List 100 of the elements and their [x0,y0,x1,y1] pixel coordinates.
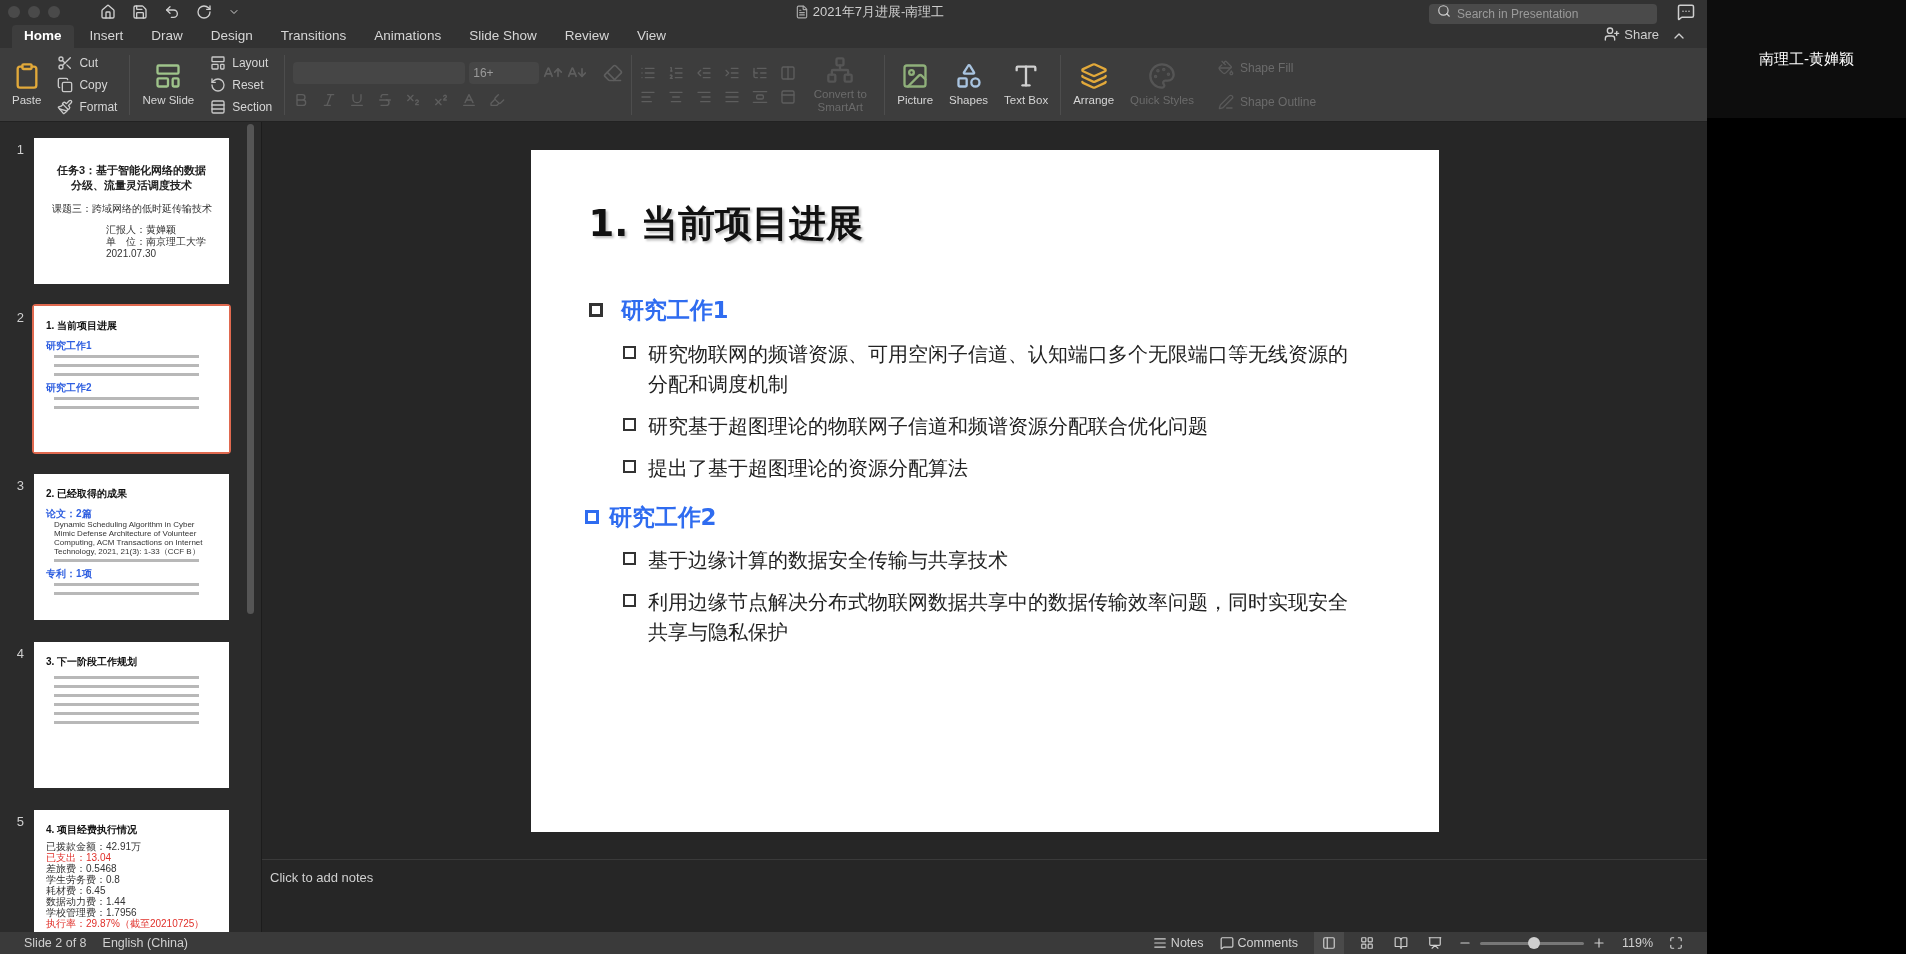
notes-icon [1152,936,1167,950]
ribbon-button[interactable]: Layout [206,51,277,74]
slide-number: 3 [15,477,24,495]
thumbnail-text: 论文：2篇 [46,507,93,520]
slide-number: 1 [15,141,24,159]
zoom-in-icon[interactable] [1591,936,1606,950]
highlighter-icon[interactable] [489,91,506,108]
section-heading: 研究工作2 [608,502,717,532]
thumbnail-text: 差旅费：0.5468 [46,863,118,874]
underline-icon[interactable] [349,91,366,108]
slide-number: 5 [15,813,24,831]
ribbon-tab[interactable]: Review [552,25,621,48]
ribbon-icon [1218,93,1234,110]
window-close-button[interactable] [8,6,20,18]
ribbon-tab[interactable]: View [624,25,678,48]
ribbon-tab[interactable]: Animations [362,25,454,48]
ribbon-button[interactable]: Cut [53,51,122,74]
ribbon-tab[interactable]: Transitions [268,25,359,48]
thumbnail-text: 单 位：南京理工大学 [105,235,207,248]
slide-counter: Slide 2 of 8 [24,934,87,952]
ribbon-tab[interactable]: Design [198,25,265,48]
bullet-box-icon [622,417,636,431]
window-zoom-button[interactable] [48,6,60,18]
comments-button[interactable]: Comments [1219,933,1298,953]
slide-thumbnail[interactable]: 1. 当前项目进展 研究工作1 研究工作2 [32,304,231,454]
ribbon-icon [57,98,74,115]
document-icon [794,5,809,19]
ribbon-button[interactable]: Format [53,95,122,118]
bullet-box-icon [622,459,636,473]
search-icon [1437,4,1451,18]
ribbon-button[interactable]: Copy [53,73,122,96]
ribbon-icon [1218,59,1234,76]
thumbnail-title: 3. 下一阶段工作规划 [46,655,139,669]
language-label[interactable]: English (China) [102,933,188,953]
text-case-icon[interactable] [461,91,478,108]
bullet-text: 研究基于超图理论的物联网子信道和频谱资源分配联合优化问题 [647,413,1208,440]
ribbon-button[interactable]: Shapes [945,62,993,107]
ribbon-tab[interactable]: Draw [139,25,195,48]
share-button[interactable]: Share [1604,24,1659,44]
home-icon[interactable] [100,4,116,20]
window-minimize-button[interactable] [28,6,40,18]
zoom-slider-thumb[interactable] [1528,936,1541,949]
slide-thumbnail[interactable]: 2. 已经取得的成果 论文：2篇 Dynamic Scheduling Algorithm in Cyber Mimic Defense Architecture of Volunteer Computing, ACM Transactions on Internet Technology, 2021, 21(3): 1-33（CCF B） 专利：1项 [32,472,231,622]
participant-name: 南理工-黄婵颖 [1759,48,1854,69]
slide-thumbnail[interactable]: 任务3：基于智能化网络的数据 分级、流量灵活调度技术 课题三：跨域网络的低时延传输技术 汇报人：黄婵颖 单 位：南京理工大学 2021.07.30 [32,136,231,286]
slide-sorter-icon[interactable] [1359,936,1374,950]
zoom-percentage[interactable]: 119% [1621,933,1653,953]
comment-icon [1219,936,1234,950]
bullet-text: 研究物联网的频谱资源、可用空闲子信道、认知端口多个无限端口等无线资源的分配和调度机制 [647,341,1348,398]
slide-show-icon[interactable] [1427,936,1442,950]
ribbon-tab[interactable]: Slide Show [457,25,549,48]
fit-to-window-icon[interactable] [1669,936,1683,950]
ribbon-button[interactable]: Paste [8,62,46,107]
undo-icon[interactable] [164,4,180,20]
save-icon[interactable] [132,4,148,20]
redo-icon[interactable] [196,4,212,20]
numbering-icon[interactable] [668,64,685,81]
ribbon-icon [210,76,227,93]
bullet-text: 利用边缘节点解决分布式物联网数据共享中的数据传输效率问题，同时实现安全共享与隐私保护 [647,590,1348,646]
window-title: 2021年7月进展-南理工 [812,3,945,22]
bullet-text: 基于边缘计算的数据安全传输与共享技术 [647,548,1008,574]
thumbnail-title: 任务3：基于智能化网络的数据 [55,162,208,178]
text-direction-icon[interactable] [752,88,769,105]
slide-thumbnail[interactable]: 4. 项目经费执行情况 已拨款金额：42.91万 已支出：13.04 差旅费：0.5468 学生劳务费：0.8 耗材费：6.45 数据动力费：1.44 学校管理费：1.7956 执行率：29.87%（截至20210725） [32,808,231,932]
bullet-box-icon [622,552,636,565]
ribbon-button[interactable]: Text Box [1000,62,1053,107]
thumbnail-title: 分级、流量灵活调度技术 [70,177,193,193]
ribbon-button[interactable]: Reset [206,73,277,96]
thumbnail-title: 4. 项目经费执行情况 [46,823,139,837]
thumbnail-text: 已支出：13.04 [46,852,113,863]
comments-icon[interactable] [1677,3,1695,21]
reading-view-icon[interactable] [1393,936,1408,950]
thumbnail-text: 数据动力费：1.44 [46,896,127,907]
ribbon-button[interactable]: Picture [893,62,938,107]
ribbon-tab[interactable]: Home [12,25,74,48]
ribbon-button[interactable]: New Slide [138,62,199,107]
ribbon-button[interactable]: Arrange [1069,62,1119,107]
scrollbar-thumb[interactable] [247,124,254,614]
align-text-icon[interactable] [780,88,797,105]
strikethrough-icon[interactable] [377,91,394,108]
ribbon-tab[interactable]: Insert [77,25,136,48]
thumbnail-text: 专利：1项 [46,567,93,580]
normal-view-icon [1321,936,1336,950]
normal-view-button[interactable] [1313,932,1344,954]
thumbnail-text: 研究工作2 [46,381,93,394]
search-field[interactable]: Search in Presentation [1429,4,1657,24]
clear-formatting-icon[interactable] [603,62,624,83]
ribbon-icon [1148,62,1177,90]
columns-icon[interactable] [780,64,797,81]
slide-title: 1. 当前项目进展 [588,200,865,247]
notes-button[interactable]: Notes [1152,933,1204,953]
thumbnail-text: 研究工作1 [46,339,93,352]
notes-field[interactable]: Click to add notes [270,868,1699,888]
thumbnail-text: 学校管理费：1.7956 [46,907,137,918]
section-heading: 研究工作1 [620,296,729,325]
slide-thumbnail[interactable]: 3. 下一阶段工作规划 [32,640,231,790]
ribbon-icon [210,54,227,71]
slide-number: 2 [15,309,24,327]
ribbon-button[interactable]: Section [206,95,277,118]
slide-number: 4 [15,645,24,663]
